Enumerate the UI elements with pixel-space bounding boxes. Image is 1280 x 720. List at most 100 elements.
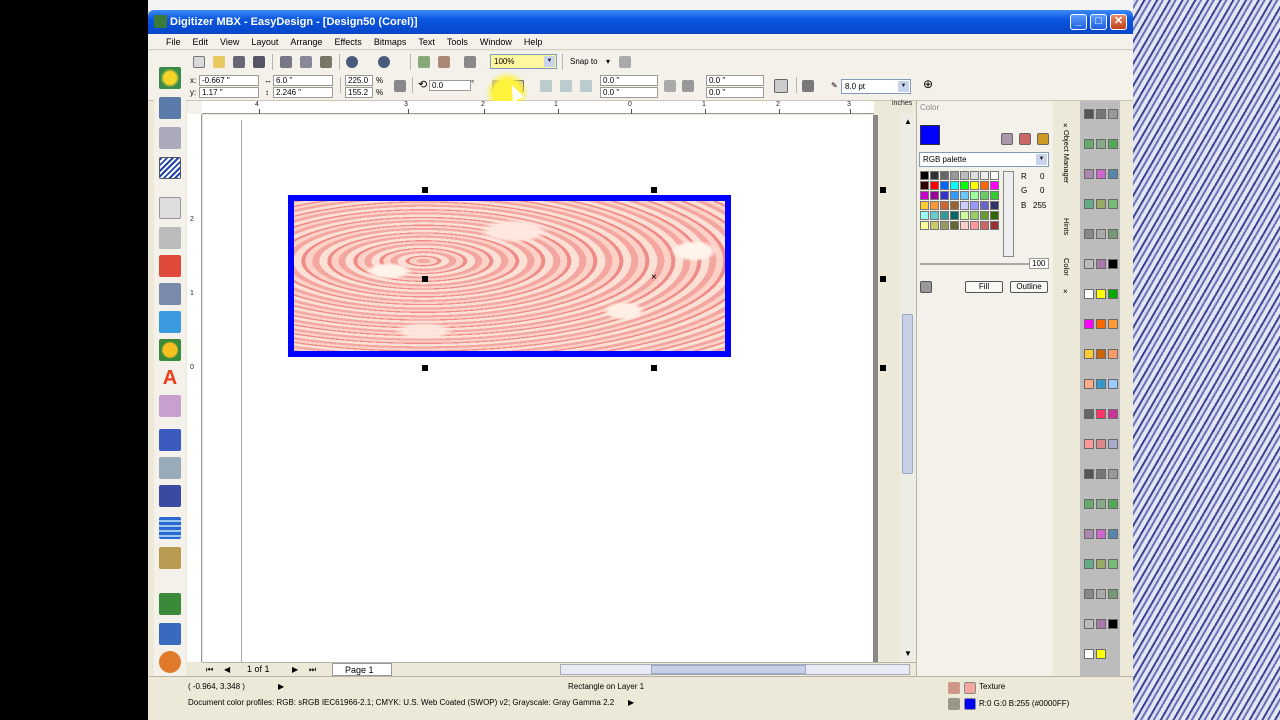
palette-swatch[interactable] xyxy=(990,181,999,190)
menu-file[interactable]: File xyxy=(160,34,187,50)
x-position-field[interactable]: -0.667 " xyxy=(199,75,259,86)
palette-color[interactable] xyxy=(1108,439,1118,449)
palette-color[interactable] xyxy=(1096,289,1106,299)
palette-color[interactable] xyxy=(1084,199,1094,209)
palette-color[interactable] xyxy=(1084,229,1094,239)
minimize-button[interactable]: _ xyxy=(1070,14,1087,30)
scale-y-field[interactable]: 155.2 xyxy=(345,87,373,98)
selection-handle-bottom[interactable] xyxy=(651,365,657,371)
prev-page-icon[interactable]: ◀ xyxy=(224,664,230,675)
palette-swatch[interactable] xyxy=(970,181,979,190)
vertical-ruler[interactable]: 2 1 0 xyxy=(187,114,202,662)
palette-color[interactable] xyxy=(1096,139,1106,149)
palette-swatch[interactable] xyxy=(950,211,959,220)
next-page-icon[interactable]: ▶ xyxy=(292,664,298,675)
palette-swatch[interactable] xyxy=(970,171,979,180)
maximize-button[interactable]: □ xyxy=(1090,14,1107,30)
palette-swatch[interactable] xyxy=(990,201,999,210)
palette-swatch[interactable] xyxy=(960,221,969,230)
application-launcher-icon[interactable] xyxy=(464,56,476,68)
import-icon[interactable] xyxy=(418,56,430,68)
menu-arrange[interactable]: Arrange xyxy=(284,34,328,50)
freehand-tool-icon[interactable] xyxy=(159,255,181,277)
palette-color[interactable] xyxy=(1084,379,1094,389)
drawing-canvas[interactable]: × xyxy=(203,115,886,662)
scroll-down-icon[interactable]: ▼ xyxy=(904,648,912,659)
scale-x-field[interactable]: 225.0 xyxy=(345,75,373,86)
selection-handle-top[interactable] xyxy=(651,187,657,193)
chevron-down-icon[interactable]: ▾ xyxy=(606,56,610,67)
palette-swatch[interactable] xyxy=(980,201,989,210)
palette-swatch[interactable] xyxy=(950,181,959,190)
palette-swatch[interactable] xyxy=(980,171,989,180)
rectangle-tool-icon[interactable] xyxy=(159,311,181,333)
shape-tool-icon[interactable] xyxy=(159,127,181,149)
export-icon[interactable] xyxy=(438,56,450,68)
new-icon[interactable] xyxy=(193,56,205,68)
palette-color[interactable] xyxy=(1096,529,1106,539)
color-palette-bar[interactable] xyxy=(1080,101,1120,676)
palette-swatch[interactable] xyxy=(920,191,929,200)
menu-bitmaps[interactable]: Bitmaps xyxy=(368,34,413,50)
menu-text[interactable]: Text xyxy=(412,34,441,50)
menu-window[interactable]: Window xyxy=(474,34,518,50)
palette-color[interactable] xyxy=(1108,109,1118,119)
palette-swatch[interactable] xyxy=(960,201,969,210)
palette-color[interactable] xyxy=(1096,409,1106,419)
y-position-field[interactable]: 1.17 " xyxy=(199,87,259,98)
palette-swatch[interactable] xyxy=(980,211,989,220)
fill-button[interactable]: Fill xyxy=(965,281,1003,293)
scroll-thumb[interactable] xyxy=(902,314,913,474)
palette-swatch[interactable] xyxy=(940,201,949,210)
palette-swatch[interactable] xyxy=(950,171,959,180)
rectangle-object[interactable] xyxy=(288,195,731,357)
palette-swatch[interactable] xyxy=(950,191,959,200)
palette-swatch[interactable] xyxy=(920,201,929,210)
palette-swatch[interactable] xyxy=(950,221,959,230)
palette-swatch[interactable] xyxy=(930,181,939,190)
thread-chart-icon[interactable] xyxy=(159,623,181,645)
palette-swatch[interactable] xyxy=(970,201,979,210)
palette-color[interactable] xyxy=(1096,589,1106,599)
palette-color[interactable] xyxy=(1108,379,1118,389)
palette-swatch[interactable] xyxy=(960,211,969,220)
color-viewers-icon[interactable] xyxy=(1019,133,1031,145)
palette-select[interactable]: RGB palette ▼ xyxy=(919,152,1049,167)
pan-tool-icon[interactable] xyxy=(159,197,181,219)
scroll-up-icon[interactable]: ▲ xyxy=(904,116,912,127)
palette-color[interactable] xyxy=(1096,619,1106,629)
palette-color[interactable] xyxy=(1096,499,1106,509)
hand-tool-icon[interactable] xyxy=(159,227,181,249)
corner-chamfer-icon[interactable] xyxy=(580,80,592,92)
palette-color[interactable] xyxy=(1108,349,1118,359)
horizontal-ruler[interactable]: 4 3 2 1 0 1 2 3 inches xyxy=(202,100,912,114)
palette-color[interactable] xyxy=(1108,559,1118,569)
palette-swatch[interactable] xyxy=(960,171,969,180)
options-icon[interactable] xyxy=(619,56,631,68)
color-palettes-icon[interactable] xyxy=(1037,133,1049,145)
palette-swatch[interactable] xyxy=(930,211,939,220)
menu-effects[interactable]: Effects xyxy=(328,34,367,50)
palette-color[interactable] xyxy=(1084,619,1094,629)
palette-color[interactable] xyxy=(1108,199,1118,209)
palette-color[interactable] xyxy=(1084,409,1094,419)
close-button[interactable]: ✕ xyxy=(1110,14,1127,30)
corner-options-icon[interactable] xyxy=(682,80,694,92)
text-tool-icon[interactable]: A xyxy=(159,367,181,389)
opacity-slider[interactable] xyxy=(920,263,1030,265)
selection-handle-top-right[interactable] xyxy=(880,187,886,193)
palette-swatch[interactable] xyxy=(940,191,949,200)
palette-swatch[interactable] xyxy=(940,221,949,230)
play-icon[interactable]: ▶ xyxy=(628,697,634,708)
palette-color[interactable] xyxy=(1084,109,1094,119)
tab-hints[interactable]: Hints xyxy=(1062,218,1071,235)
palette-swatch-grid[interactable] xyxy=(920,171,1000,257)
palette-swatch[interactable] xyxy=(930,201,939,210)
corner-radius-field-3[interactable]: 0.0 " xyxy=(706,75,764,86)
palette-color[interactable] xyxy=(1108,529,1118,539)
last-page-icon[interactable]: ⏭ xyxy=(309,664,316,675)
menu-tools[interactable]: Tools xyxy=(441,34,474,50)
palette-color[interactable] xyxy=(1084,499,1094,509)
palette-color[interactable] xyxy=(1096,469,1106,479)
palette-swatch[interactable] xyxy=(970,191,979,200)
